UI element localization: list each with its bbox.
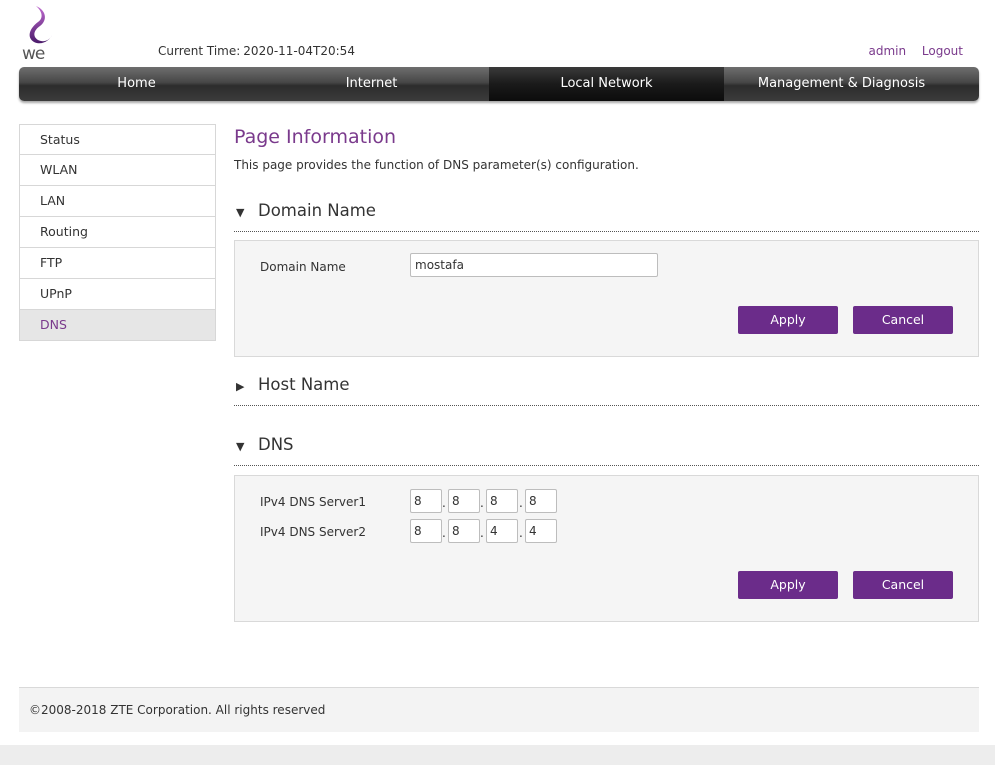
dns-server1-octet3[interactable]: [486, 489, 518, 513]
dns-server2-octet4[interactable]: [525, 519, 557, 543]
copyright-text: ©2008-2018 ZTE Corporation. All rights r…: [29, 703, 326, 717]
domain-cancel-button[interactable]: Cancel: [853, 306, 953, 334]
nav-management-diagnosis[interactable]: Management & Diagnosis: [724, 67, 959, 101]
page-title: Page Information: [234, 126, 397, 148]
domain-apply-button[interactable]: Apply: [738, 306, 838, 334]
section-host-name-header[interactable]: ▶ Host Name: [234, 375, 979, 406]
section-domain-name-title: Domain Name: [258, 201, 376, 220]
dns-server2-label: IPv4 DNS Server2: [260, 525, 366, 539]
page-description: This page provides the function of DNS p…: [234, 158, 639, 172]
dns-server1-label: IPv4 DNS Server1: [260, 495, 366, 509]
ip-separator: .: [442, 526, 446, 540]
current-time-label: Current Time:: [158, 44, 241, 58]
nav-home[interactable]: Home: [19, 67, 254, 101]
ip-separator: .: [480, 496, 484, 510]
dns-panel: IPv4 DNS Server1 . . . IPv4 DNS Server2 …: [234, 475, 979, 622]
main-content: Page Information This page provides the …: [234, 124, 979, 622]
main-nav: Home Internet Local Network Management &…: [19, 67, 979, 101]
ip-separator: .: [480, 526, 484, 540]
domain-name-panel: Domain Name Apply Cancel: [234, 240, 979, 357]
expanded-arrow-icon: ▼: [236, 440, 245, 453]
nav-internet[interactable]: Internet: [254, 67, 489, 101]
dns-server2-octet1[interactable]: [410, 519, 442, 543]
sidebar-item-ftp[interactable]: FTP: [19, 248, 216, 279]
section-domain-name-header[interactable]: ▼ Domain Name: [234, 201, 979, 232]
domain-name-label: Domain Name: [260, 260, 346, 274]
logout-link[interactable]: Logout: [922, 44, 963, 58]
sidebar-item-routing[interactable]: Routing: [19, 217, 216, 248]
collapsed-arrow-icon: ▶: [236, 380, 245, 393]
current-time-value: 2020-11-04T20:54: [243, 44, 355, 58]
ip-separator: .: [519, 496, 523, 510]
sidebar: Status WLAN LAN Routing FTP UPnP DNS: [19, 124, 216, 341]
nav-local-network[interactable]: Local Network: [489, 67, 724, 101]
dns-cancel-button[interactable]: Cancel: [853, 571, 953, 599]
expanded-arrow-icon: ▼: [236, 206, 245, 219]
top-links: admin Logout: [856, 44, 963, 58]
current-time: Current Time: 2020-11-04T20:54: [158, 44, 355, 58]
section-dns-title: DNS: [258, 435, 294, 454]
sidebar-item-status[interactable]: Status: [19, 124, 216, 155]
sidebar-item-upnp[interactable]: UPnP: [19, 279, 216, 310]
dns-server1-octet4[interactable]: [525, 489, 557, 513]
section-dns-header[interactable]: ▼ DNS: [234, 435, 979, 466]
admin-link[interactable]: admin: [868, 44, 906, 58]
dns-server2-octet3[interactable]: [486, 519, 518, 543]
sidebar-item-lan[interactable]: LAN: [19, 186, 216, 217]
we-logo: we: [22, 2, 66, 64]
section-host-name-title: Host Name: [258, 375, 350, 394]
bottom-band: [0, 745, 995, 765]
dns-apply-button[interactable]: Apply: [738, 571, 838, 599]
dns-server1-octet1[interactable]: [410, 489, 442, 513]
ip-separator: .: [442, 496, 446, 510]
dns-server2-octet2[interactable]: [448, 519, 480, 543]
svg-text:we: we: [22, 44, 45, 62]
sidebar-item-dns[interactable]: DNS: [19, 310, 216, 341]
footer: ©2008-2018 ZTE Corporation. All rights r…: [19, 687, 979, 732]
ip-separator: .: [519, 526, 523, 540]
sidebar-item-wlan[interactable]: WLAN: [19, 155, 216, 186]
dns-server1-octet2[interactable]: [448, 489, 480, 513]
domain-name-input[interactable]: [410, 253, 658, 277]
